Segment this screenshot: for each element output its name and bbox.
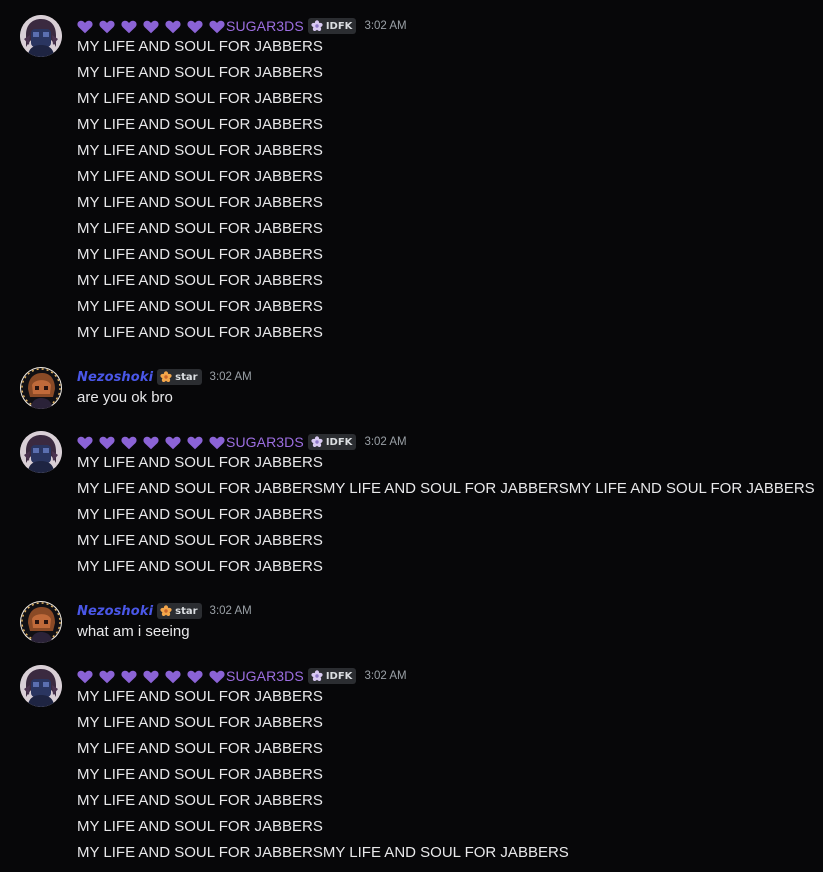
server-tag[interactable]: IDFK: [307, 18, 357, 34]
username[interactable]: SUGAR3DS: [226, 434, 304, 450]
message-line: MY LIFE AND SOUL FOR JABBERS: [77, 116, 323, 133]
purple-heart-icon: [187, 435, 203, 450]
timestamp[interactable]: 3:02 AM: [210, 371, 252, 383]
username[interactable]: Nezoshoki: [77, 370, 153, 385]
message-line: MY LIFE AND SOUL FOR JABBERS: [77, 532, 323, 549]
message-content: MY LIFE AND SOUL FOR JABBERS MY LIFE AND …: [77, 684, 569, 866]
flower-icon: [311, 436, 323, 448]
name-hearts: [77, 19, 225, 34]
message-line: MY LIFE AND SOUL FOR JABBERS: [77, 142, 323, 159]
name-hearts: [77, 669, 225, 684]
message-header: Nezoshoki star 3:02 AM: [77, 367, 252, 387]
avatar[interactable]: [20, 665, 62, 707]
purple-heart-icon: [209, 669, 225, 684]
message-line: what am i seeing: [77, 623, 190, 640]
purple-heart-icon: [165, 19, 181, 34]
message-line: MY LIFE AND SOUL FOR JABBERS: [77, 688, 323, 705]
avatar[interactable]: [20, 367, 62, 409]
purple-heart-icon: [143, 19, 159, 34]
message-line: MY LIFE AND SOUL FOR JABBERS: [77, 194, 323, 211]
message-content: MY LIFE AND SOUL FOR JABBERS MY LIFE AND …: [77, 34, 323, 346]
message-header: SUGAR3DS IDFK 3:02 AM: [77, 432, 407, 452]
purple-heart-icon: [209, 435, 225, 450]
purple-heart-icon: [187, 19, 203, 34]
message-line: MY LIFE AND SOUL FOR JABBERS: [77, 454, 323, 471]
message-line: MY LIFE AND SOUL FOR JABBERS: [77, 64, 323, 81]
message-line: MY LIFE AND SOUL FOR JABBERS: [77, 740, 323, 757]
timestamp[interactable]: 3:02 AM: [364, 436, 406, 448]
message-line: MY LIFE AND SOUL FOR JABBERS: [77, 558, 323, 575]
message-line: MY LIFE AND SOUL FOR JABBERS: [77, 766, 323, 783]
timestamp[interactable]: 3:02 AM: [364, 20, 406, 32]
server-tag[interactable]: star: [157, 603, 202, 619]
message-line: MY LIFE AND SOUL FOR JABBERS: [77, 506, 323, 523]
message-header: SUGAR3DS IDFK 3:02 AM: [77, 666, 407, 686]
message-content: what am i seeing: [77, 619, 190, 645]
message-line: MY LIFE AND SOUL FOR JABBERS: [77, 324, 323, 341]
message-content: are you ok bro: [77, 385, 173, 411]
purple-heart-icon: [165, 669, 181, 684]
server-tag-label: IDFK: [325, 20, 353, 32]
purple-heart-icon: [121, 669, 137, 684]
message-header: Nezoshoki star 3:02 AM: [77, 601, 252, 621]
orange-flower-icon: [160, 605, 172, 617]
orange-flower-icon: [160, 371, 172, 383]
message-line: MY LIFE AND SOUL FOR JABBERS: [77, 38, 323, 55]
message-line: MY LIFE AND SOUL FOR JABBERS: [77, 220, 323, 237]
purple-heart-icon: [99, 435, 115, 450]
avatar[interactable]: [20, 431, 62, 473]
message-line: MY LIFE AND SOUL FOR JABBERS: [77, 272, 323, 289]
message-line: MY LIFE AND SOUL FOR JABBERS: [77, 90, 323, 107]
username[interactable]: SUGAR3DS: [226, 18, 304, 34]
name-hearts: [77, 435, 225, 450]
server-tag-label: IDFK: [325, 670, 353, 682]
username[interactable]: Nezoshoki: [77, 604, 153, 619]
message-line: MY LIFE AND SOUL FOR JABBERS: [77, 168, 323, 185]
message-line: MY LIFE AND SOUL FOR JABBERS: [77, 714, 323, 731]
purple-heart-icon: [165, 435, 181, 450]
message-line: MY LIFE AND SOUL FOR JABBERS: [77, 246, 323, 263]
purple-heart-icon: [209, 19, 225, 34]
server-tag[interactable]: star: [157, 369, 202, 385]
flower-icon: [311, 20, 323, 32]
message-line: MY LIFE AND SOUL FOR JABBERS: [77, 298, 323, 315]
purple-heart-icon: [121, 19, 137, 34]
flower-icon: [311, 670, 323, 682]
message-header: SUGAR3DS IDFK 3:02 AM: [77, 16, 407, 36]
timestamp[interactable]: 3:02 AM: [210, 605, 252, 617]
username[interactable]: SUGAR3DS: [226, 668, 304, 684]
message-line: MY LIFE AND SOUL FOR JABBERS: [77, 818, 323, 835]
purple-heart-icon: [143, 435, 159, 450]
purple-heart-icon: [77, 669, 93, 684]
message-line: MY LIFE AND SOUL FOR JABBERS: [77, 792, 323, 809]
purple-heart-icon: [77, 435, 93, 450]
avatar[interactable]: [20, 15, 62, 57]
purple-heart-icon: [99, 19, 115, 34]
server-tag[interactable]: IDFK: [307, 668, 357, 684]
purple-heart-icon: [121, 435, 137, 450]
purple-heart-icon: [77, 19, 93, 34]
message-content: MY LIFE AND SOUL FOR JABBERS MY LIFE AND …: [77, 450, 815, 580]
purple-heart-icon: [99, 669, 115, 684]
server-tag[interactable]: IDFK: [307, 434, 357, 450]
server-tag-label: star: [175, 605, 198, 617]
purple-heart-icon: [187, 669, 203, 684]
message-line: are you ok bro: [77, 389, 173, 406]
avatar[interactable]: [20, 601, 62, 643]
timestamp[interactable]: 3:02 AM: [364, 670, 406, 682]
server-tag-label: star: [175, 371, 198, 383]
message-line: MY LIFE AND SOUL FOR JABBERSMY LIFE AND …: [77, 480, 815, 497]
purple-heart-icon: [143, 669, 159, 684]
server-tag-label: IDFK: [325, 436, 353, 448]
message-line: MY LIFE AND SOUL FOR JABBERSMY LIFE AND …: [77, 844, 569, 861]
chat-message-list: SUGAR3DS IDFK 3:02 AM MY LIFE AND SOUL FOR …: [0, 0, 823, 872]
